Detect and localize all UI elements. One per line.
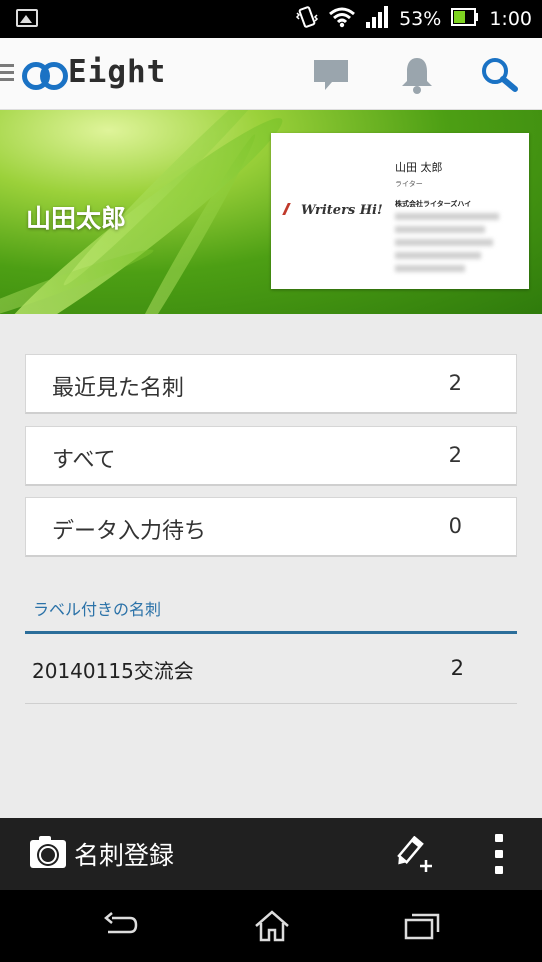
list-label: 最近見た名刺 [52, 376, 185, 401]
label-item[interactable]: 20140115交流会 2 [25, 636, 517, 704]
card-role: ライター [395, 180, 423, 188]
home-button[interactable] [250, 908, 294, 944]
list-count: 2 [448, 371, 462, 395]
card-redacted-line [395, 226, 485, 233]
card-redacted-line [395, 213, 499, 220]
edit-add-icon [397, 835, 432, 872]
card-redacted-line [395, 265, 465, 272]
status-bar: 53% 1:00 [0, 0, 542, 38]
more-icon [495, 834, 503, 842]
card-person-name: 山田 太郎 [395, 161, 443, 174]
drawer-menu-icon[interactable] [0, 64, 14, 82]
label-item-name: 20140115交流会 [32, 659, 194, 683]
battery-percent: 53% [399, 8, 442, 30]
card-brand: Writers Hi! [282, 203, 383, 218]
bottom-action-bar: 名刺登録 [0, 818, 542, 890]
list-pending-data-entry[interactable]: データ入力待ち 0 [25, 497, 517, 557]
card-company: 株式会社ライターズハイ [395, 200, 472, 208]
app-bar: Eight [0, 38, 542, 110]
register-card-button[interactable]: 名刺登録 [30, 836, 174, 872]
profile-banner[interactable]: 山田太郎 Writers Hi! 山田 太郎 ライター 株式会社ライターズハイ [0, 110, 542, 314]
recents-icon [404, 913, 440, 940]
register-card-label: 名刺登録 [74, 841, 175, 870]
app-name: Eight [68, 54, 167, 90]
list-label: データ入力待ち [52, 519, 207, 544]
list-label: すべて [52, 448, 116, 473]
recents-button[interactable] [400, 908, 444, 944]
card-redacted-line [395, 239, 493, 246]
search-button[interactable] [478, 54, 520, 96]
labels-section-title: ラベル付きの名刺 [33, 600, 162, 619]
wifi-icon [329, 6, 356, 33]
list-count: 2 [448, 443, 462, 467]
message-button[interactable] [310, 54, 352, 96]
eight-logo-icon [22, 58, 68, 90]
image-notification-icon [16, 9, 38, 27]
home-icon [255, 910, 289, 942]
back-button[interactable] [98, 908, 142, 944]
clock: 1:00 [489, 8, 532, 30]
label-item-count: 2 [450, 656, 464, 680]
back-icon [104, 912, 138, 934]
manual-entry-button[interactable] [396, 835, 436, 874]
list-count: 0 [448, 514, 462, 538]
section-divider [25, 631, 517, 634]
system-nav-bar [0, 890, 542, 962]
vibrate-icon [295, 5, 319, 34]
profile-name: 山田太郎 [26, 204, 127, 233]
notifications-button[interactable] [396, 54, 438, 96]
card-redacted-line [395, 252, 481, 259]
camera-icon [30, 836, 66, 868]
battery-icon [451, 7, 479, 31]
list-all[interactable]: すべて 2 [25, 426, 517, 486]
signal-icon [365, 5, 389, 33]
bell-icon [402, 58, 432, 94]
app-logo[interactable]: Eight [22, 54, 166, 90]
main-content: 最近見た名刺 2 すべて 2 データ入力待ち 0 ラベル付きの名刺 201401… [0, 314, 542, 818]
message-icon [314, 60, 348, 90]
search-icon [482, 58, 518, 92]
business-card-thumbnail[interactable]: Writers Hi! 山田 太郎 ライター 株式会社ライターズハイ [271, 133, 529, 289]
list-recently-viewed[interactable]: 最近見た名刺 2 [25, 354, 517, 414]
more-options-button[interactable] [490, 834, 508, 874]
